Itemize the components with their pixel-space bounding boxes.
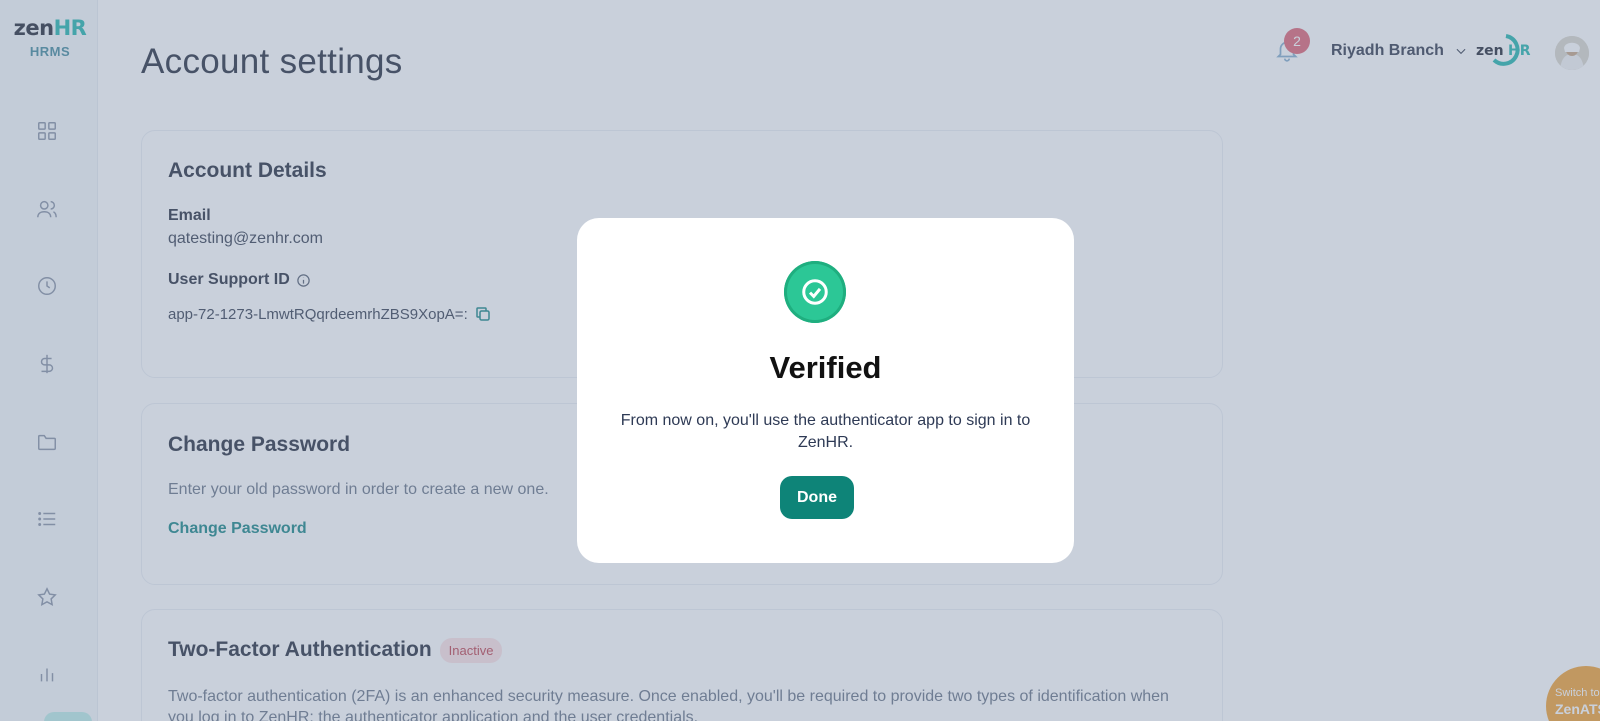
- dialog-title: Verified: [769, 350, 882, 385]
- check-circle-icon: [802, 279, 828, 305]
- dialog-message: From now on, you'll use the authenticato…: [620, 412, 1031, 451]
- verified-dialog: Verified From now on, you'll use the aut…: [577, 218, 1074, 563]
- done-button[interactable]: Done: [780, 476, 854, 519]
- success-check-icon: [784, 261, 846, 323]
